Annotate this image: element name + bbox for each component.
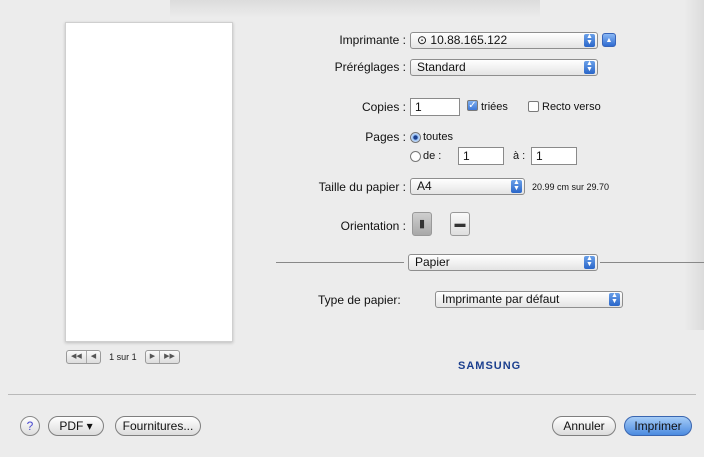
popup-arrows-icon: ▲ ▼ xyxy=(584,33,595,47)
prev-page-button[interactable]: ◀ xyxy=(87,351,100,363)
duplex-label: Recto verso xyxy=(542,101,601,113)
pages-from-label: de : xyxy=(423,150,442,162)
paper-type-popup[interactable]: Imprimante par défaut ▲ ▼ xyxy=(435,291,623,308)
pages-from-field[interactable]: 1 xyxy=(458,147,504,165)
portrait-icon: ▮ xyxy=(418,218,426,230)
copies-label: Copies : xyxy=(361,100,406,114)
pdf-menu-button[interactable]: PDF ▾ xyxy=(48,416,104,436)
bottom-separator xyxy=(8,394,696,395)
page-preview xyxy=(65,22,233,342)
orientation-label: Orientation : xyxy=(340,219,406,233)
supplies-button[interactable]: Fournitures... xyxy=(115,416,201,436)
presets-label: Préréglages : xyxy=(334,60,406,74)
paper-size-value: A4 xyxy=(417,179,432,193)
pages-to-field[interactable]: 1 xyxy=(531,147,577,165)
popup-arrows-icon: ▲ ▼ xyxy=(584,60,595,74)
presets-value: Standard xyxy=(417,60,466,74)
section-popup[interactable]: Papier ▲ ▼ xyxy=(408,254,598,271)
print-dialog: ◀◀ ◀ 1 sur 1 ▶ ▶▶ Imprimante : ⊙ 10.88.1… xyxy=(0,0,704,457)
printer-status-icon: ⊙ xyxy=(417,33,431,47)
portrait-orientation-button[interactable]: ▮ xyxy=(412,212,432,236)
copies-field[interactable]: 1 xyxy=(410,98,460,116)
preview-pager: ◀◀ ◀ 1 sur 1 ▶ ▶▶ xyxy=(66,350,180,364)
pages-all-label: toutes xyxy=(423,131,453,143)
cancel-button[interactable]: Annuler xyxy=(552,416,616,436)
section-value: Papier xyxy=(415,255,450,269)
separator-right xyxy=(600,262,704,263)
background-window-edge xyxy=(684,0,704,330)
help-button[interactable]: ? xyxy=(20,416,40,436)
pages-range-radio[interactable] xyxy=(410,151,421,162)
duplex-checkbox[interactable] xyxy=(528,101,539,112)
pages-all-radio[interactable] xyxy=(410,132,421,143)
next-page-button[interactable]: ▶ xyxy=(146,351,161,363)
separator-left xyxy=(276,262,404,263)
pager-back-buttons[interactable]: ◀◀ ◀ xyxy=(66,350,102,364)
popup-arrows-icon: ▲ ▼ xyxy=(511,179,522,193)
first-page-button[interactable]: ◀◀ xyxy=(67,351,87,363)
pages-label: Pages : xyxy=(365,130,406,144)
paper-type-value: Imprimante par défaut xyxy=(442,292,560,306)
landscape-icon: ▬ xyxy=(454,218,466,230)
collated-label: triées xyxy=(481,101,508,113)
paper-size-popup[interactable]: A4 ▲ ▼ xyxy=(410,178,525,195)
page-indicator: 1 sur 1 xyxy=(109,352,137,362)
printer-label: Imprimante : xyxy=(339,33,406,47)
last-page-button[interactable]: ▶▶ xyxy=(160,351,179,363)
paper-dimensions: 20.99 cm sur 29.70 xyxy=(532,182,610,192)
printer-value: 10.88.165.122 xyxy=(430,33,508,47)
paper-type-label: Type de papier: xyxy=(318,293,401,307)
landscape-orientation-button[interactable]: ▬ xyxy=(450,212,470,236)
pages-to-label: à : xyxy=(513,150,526,162)
title-bar-strip xyxy=(170,0,540,18)
popup-arrows-icon: ▲ ▼ xyxy=(609,292,620,306)
printer-popup[interactable]: ⊙ 10.88.165.122 ▲ ▼ xyxy=(410,32,598,49)
collated-checkbox[interactable]: ✓ xyxy=(467,100,478,111)
samsung-logo: SAMSUNG xyxy=(458,360,522,372)
pager-forward-buttons[interactable]: ▶ ▶▶ xyxy=(144,350,180,364)
disclosure-icon[interactable]: ▲ xyxy=(602,33,616,47)
print-button[interactable]: Imprimer xyxy=(624,416,692,436)
paper-size-label: Taille du papier : xyxy=(318,180,406,194)
presets-popup[interactable]: Standard ▲ ▼ xyxy=(410,59,598,76)
popup-arrows-icon: ▲ ▼ xyxy=(584,255,595,269)
